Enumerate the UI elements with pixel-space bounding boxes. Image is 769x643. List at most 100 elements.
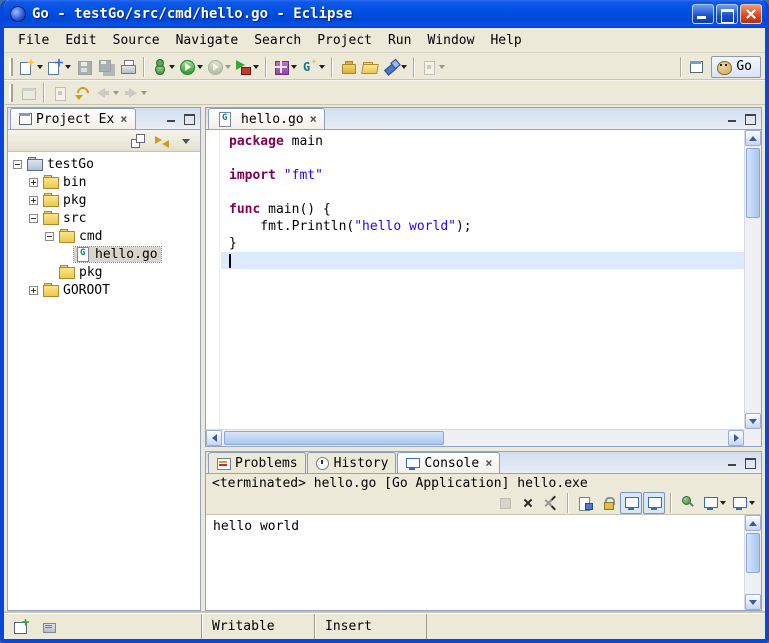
- pin-editor-button[interactable]: [17, 82, 39, 104]
- tree-item-cmd[interactable]: cmd: [8, 227, 200, 245]
- collapse-all-button[interactable]: [127, 130, 149, 152]
- remove-launch-button[interactable]: [517, 492, 539, 514]
- display-console-button[interactable]: [700, 492, 728, 514]
- code-line[interactable]: [221, 184, 744, 201]
- tab-console[interactable]: Console×: [397, 452, 500, 473]
- menu-file[interactable]: File: [10, 30, 57, 51]
- menu-source[interactable]: Source: [105, 30, 168, 51]
- scroll-left-button[interactable]: [206, 430, 222, 446]
- search-button[interactable]: [381, 56, 409, 78]
- tab-history[interactable]: History: [307, 452, 397, 473]
- code-line[interactable]: }: [221, 235, 744, 252]
- minimize-button[interactable]: [692, 4, 714, 24]
- last-edit-location-button[interactable]: [71, 82, 93, 104]
- last-annotation-button[interactable]: [49, 82, 71, 104]
- open-resource-button[interactable]: [359, 56, 381, 78]
- scroll-down-button[interactable]: [745, 594, 761, 610]
- maximize-view-icon[interactable]: [181, 112, 196, 125]
- open-element-button[interactable]: [337, 56, 359, 78]
- maximize-view-icon[interactable]: [742, 456, 757, 469]
- minimize-view-icon[interactable]: [725, 456, 740, 469]
- tree-item-testgo[interactable]: testGo: [8, 155, 200, 173]
- close-tab-icon[interactable]: ×: [310, 114, 317, 124]
- menu-window[interactable]: Window: [419, 30, 482, 51]
- back-button[interactable]: [93, 82, 121, 104]
- remove-all-launches-button[interactable]: [540, 492, 562, 514]
- link-with-editor-button[interactable]: [151, 130, 173, 152]
- expand-expander-icon[interactable]: [29, 178, 38, 187]
- minimize-view-icon[interactable]: [725, 112, 740, 125]
- new-element-button[interactable]: [45, 56, 73, 78]
- tree-item-src[interactable]: src: [8, 209, 200, 227]
- title-bar[interactable]: Go - testGo/src/cmd/hello.go - Eclipse: [4, 0, 765, 28]
- next-annotation-button[interactable]: [419, 56, 447, 78]
- clear-console-button[interactable]: [574, 492, 596, 514]
- view-menu-button[interactable]: [175, 130, 197, 152]
- tree-item-hello-go[interactable]: hello.go: [8, 245, 200, 263]
- forward-button[interactable]: [121, 82, 149, 104]
- tree-item-bin[interactable]: bin: [8, 173, 200, 191]
- go-wizard-button[interactable]: [299, 56, 327, 78]
- close-tab-icon[interactable]: ×: [120, 114, 127, 124]
- save-button[interactable]: [73, 56, 95, 78]
- project-tree[interactable]: testGobinpkgsrccmdhello.gopkgGOROOT: [8, 152, 200, 610]
- collapse-expander-icon[interactable]: [45, 232, 54, 241]
- scroll-right-button[interactable]: [728, 430, 744, 446]
- menu-project[interactable]: Project: [309, 30, 380, 51]
- toolbar-handle[interactable]: [9, 58, 13, 76]
- tree-item-pkg[interactable]: pkg: [8, 263, 200, 281]
- code-area[interactable]: package main import "fmt" func main() { fm…: [221, 130, 744, 429]
- minimize-view-icon[interactable]: [164, 112, 179, 125]
- scrollbar-thumb[interactable]: [224, 431, 444, 445]
- save-all-button[interactable]: [95, 56, 117, 78]
- run-button[interactable]: [177, 56, 205, 78]
- expand-expander-icon[interactable]: [29, 286, 38, 295]
- trim-stack-button[interactable]: [38, 616, 60, 638]
- fast-view-button[interactable]: [10, 616, 32, 638]
- console-vertical-scrollbar[interactable]: [744, 515, 761, 610]
- show-stdout-button[interactable]: [620, 492, 642, 514]
- menu-navigate[interactable]: Navigate: [168, 30, 247, 51]
- scrollbar-thumb[interactable]: [746, 148, 760, 218]
- menu-edit[interactable]: Edit: [57, 30, 104, 51]
- collapse-expander-icon[interactable]: [13, 160, 22, 169]
- new-button[interactable]: [17, 56, 45, 78]
- maximize-view-icon[interactable]: [742, 112, 757, 125]
- close-tab-icon[interactable]: ×: [485, 458, 492, 468]
- scroll-up-button[interactable]: [745, 130, 761, 146]
- menu-search[interactable]: Search: [246, 30, 309, 51]
- close-button[interactable]: [740, 4, 762, 24]
- maximize-button[interactable]: [716, 4, 738, 24]
- pin-console-button[interactable]: [677, 492, 699, 514]
- open-console-button[interactable]: [729, 492, 757, 514]
- new-go-project-button[interactable]: [271, 56, 299, 78]
- debug-button[interactable]: [149, 56, 177, 78]
- annotation-ruler[interactable]: [206, 130, 220, 429]
- code-line[interactable]: fmt.Println("hello world");: [221, 218, 744, 235]
- editor-vertical-scrollbar[interactable]: [744, 130, 761, 429]
- print-button[interactable]: [117, 56, 139, 78]
- run-history-button[interactable]: [205, 56, 233, 78]
- code-line[interactable]: import "fmt": [221, 167, 744, 184]
- collapse-expander-icon[interactable]: [29, 214, 38, 223]
- code-line[interactable]: [221, 150, 744, 167]
- editor-horizontal-scrollbar[interactable]: [206, 429, 744, 446]
- terminate-button[interactable]: [494, 492, 516, 514]
- scroll-down-button[interactable]: [745, 413, 761, 429]
- menu-run[interactable]: Run: [380, 30, 419, 51]
- scrollbar-thumb[interactable]: [746, 533, 760, 573]
- scroll-lock-button[interactable]: [597, 492, 619, 514]
- external-tools-button[interactable]: [233, 56, 261, 78]
- open-perspective-button[interactable]: [686, 56, 708, 78]
- code-line[interactable]: package main: [221, 133, 744, 150]
- show-stderr-button[interactable]: [643, 492, 665, 514]
- scroll-up-button[interactable]: [745, 515, 761, 531]
- tree-item-pkg[interactable]: pkg: [8, 191, 200, 209]
- toolbar-handle[interactable]: [9, 84, 13, 102]
- tree-item-goroot[interactable]: GOROOT: [8, 281, 200, 299]
- go-perspective-button[interactable]: Go: [711, 56, 761, 78]
- tab-hello-go[interactable]: hello.go ×: [208, 108, 325, 129]
- current-code-line[interactable]: [221, 252, 744, 269]
- code-line[interactable]: func main() {: [221, 201, 744, 218]
- menu-help[interactable]: Help: [482, 30, 529, 51]
